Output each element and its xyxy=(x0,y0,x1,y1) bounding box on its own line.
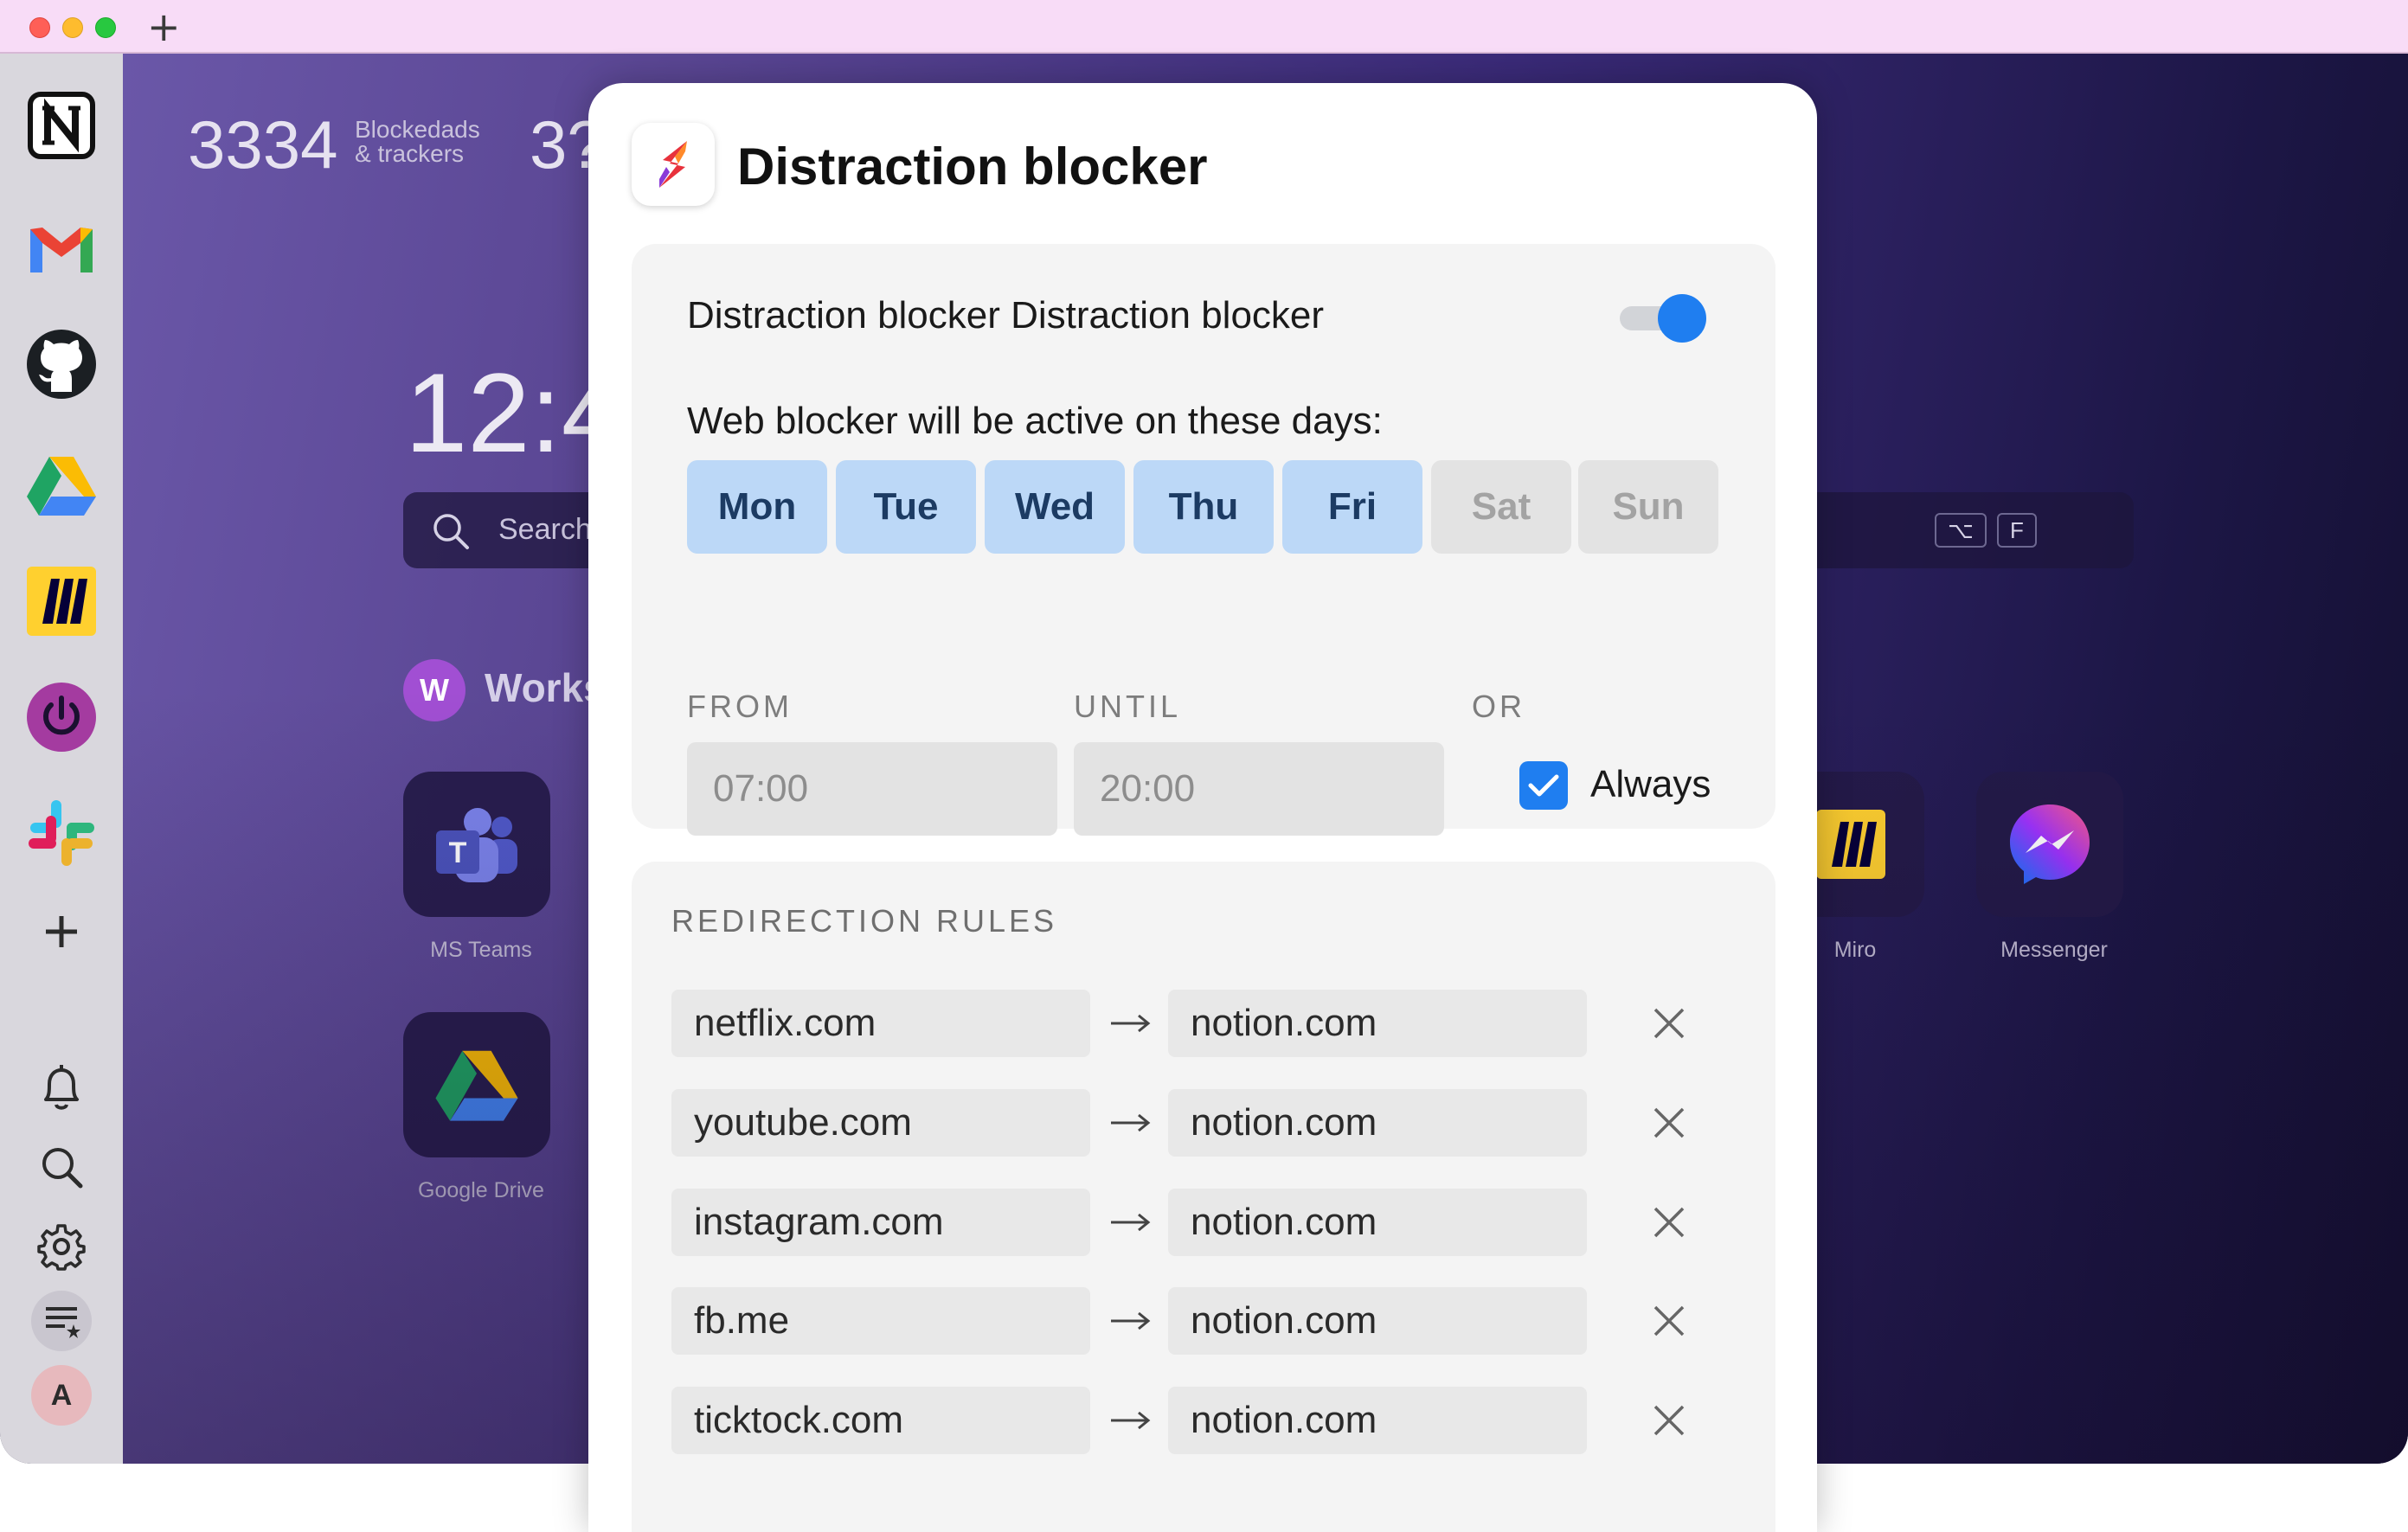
svg-text:T: T xyxy=(449,837,467,869)
arrow-right-icon xyxy=(1104,995,1156,1052)
new-tab-button[interactable]: + xyxy=(147,5,181,48)
ms-teams-tile[interactable]: T xyxy=(403,772,550,917)
messenger-tile[interactable] xyxy=(1976,772,2123,917)
blocker-toggle[interactable] xyxy=(1620,292,1710,344)
shortcut-key-option: ⌥ xyxy=(1935,513,1987,548)
schedule-card: Distraction blocker Distraction blocker … xyxy=(632,244,1775,836)
google-drive-icon[interactable] xyxy=(22,446,100,524)
arrow-right-icon xyxy=(1104,1194,1156,1251)
rule-source-input[interactable] xyxy=(671,1287,1090,1355)
day-thu[interactable]: Thu xyxy=(1133,460,1274,554)
always-checkbox[interactable] xyxy=(1519,761,1568,810)
from-label: FROM xyxy=(687,689,793,724)
power-icon[interactable] xyxy=(22,678,100,756)
miro-icon[interactable] xyxy=(22,562,100,640)
rule-source-input[interactable] xyxy=(671,1387,1090,1454)
delete-rule-icon[interactable] xyxy=(1641,1194,1698,1251)
always-label: Always xyxy=(1590,763,1711,805)
ms-teams-label: MS Teams xyxy=(430,938,532,962)
avatar[interactable]: A xyxy=(31,1365,92,1426)
arrow-right-icon xyxy=(1104,1292,1156,1349)
add-app-icon[interactable] xyxy=(22,893,100,971)
or-label: OR xyxy=(1472,689,1525,724)
list-star-icon[interactable] xyxy=(31,1291,92,1351)
blocked-label-line1: Blockedads xyxy=(355,116,480,143)
days-label: Web blocker will be active on these days… xyxy=(687,400,1383,442)
dialog-title: Distraction blocker xyxy=(737,138,1208,196)
workspace-name[interactable]: Works xyxy=(485,664,606,711)
arrow-right-icon xyxy=(1104,1392,1156,1449)
from-time-input[interactable] xyxy=(687,742,1057,836)
close-window-button[interactable] xyxy=(29,17,50,38)
ms-teams-icon: T xyxy=(436,808,517,882)
bell-icon[interactable] xyxy=(31,1057,92,1118)
miro-icon xyxy=(1816,810,1885,879)
blocked-label-line2: & trackers xyxy=(355,140,465,167)
delete-rule-icon[interactable] xyxy=(1641,1292,1698,1349)
slack-icon[interactable] xyxy=(22,794,100,872)
blocked-count: 3334 xyxy=(188,106,338,183)
minimize-window-button[interactable] xyxy=(62,17,83,38)
rule-target-input[interactable] xyxy=(1168,1189,1587,1256)
day-selector: Mon Tue Wed Thu Fri Sat Sun xyxy=(687,460,1718,554)
rules-title: REDIRECTION RULES xyxy=(671,903,1058,939)
toggle-knob xyxy=(1658,294,1706,343)
gear-icon[interactable] xyxy=(31,1216,92,1277)
redirection-rules-card: REDIRECTION RULES xyxy=(632,862,1775,1532)
delete-rule-icon[interactable] xyxy=(1641,1392,1698,1449)
until-label: UNTIL xyxy=(1074,689,1182,724)
messenger-label: Messenger xyxy=(2000,938,2108,962)
rule-row xyxy=(671,1287,1736,1355)
google-drive-icon xyxy=(435,1050,518,1121)
arrow-right-icon xyxy=(1104,1094,1156,1151)
shortcut-key-f: F xyxy=(1997,513,2037,548)
blocker-toggle-label: Distraction blocker Distraction blocker xyxy=(687,294,1325,337)
delete-rule-icon[interactable] xyxy=(1641,995,1698,1052)
title-bar: + xyxy=(0,0,2408,54)
delete-rule-icon[interactable] xyxy=(1641,1094,1698,1151)
day-wed[interactable]: Wed xyxy=(985,460,1125,554)
messenger-icon xyxy=(2010,804,2090,884)
gmail-icon[interactable] xyxy=(22,209,100,287)
rule-row xyxy=(671,1089,1736,1157)
app-logo-icon xyxy=(632,123,715,206)
maximize-window-button[interactable] xyxy=(95,17,116,38)
day-tue[interactable]: Tue xyxy=(836,460,976,554)
day-fri[interactable]: Fri xyxy=(1282,460,1422,554)
distraction-blocker-dialog: Distraction blocker Distraction blocker … xyxy=(588,83,1817,1532)
google-drive-label: Google Drive xyxy=(418,1178,544,1202)
day-sat[interactable]: Sat xyxy=(1431,460,1571,554)
day-mon[interactable]: Mon xyxy=(687,460,827,554)
search-icon xyxy=(433,514,469,549)
github-icon[interactable] xyxy=(22,325,100,403)
rule-source-input[interactable] xyxy=(671,1089,1090,1157)
rule-source-input[interactable] xyxy=(671,990,1090,1057)
notion-icon[interactable] xyxy=(22,87,100,164)
search-icon[interactable] xyxy=(31,1137,92,1197)
rule-row xyxy=(671,990,1736,1057)
until-time-input[interactable] xyxy=(1074,742,1444,836)
google-drive-tile[interactable] xyxy=(403,1012,550,1157)
rule-target-input[interactable] xyxy=(1168,1387,1587,1454)
rule-target-input[interactable] xyxy=(1168,1089,1587,1157)
rule-row xyxy=(671,1387,1736,1454)
checkmark-icon xyxy=(1528,774,1559,797)
workspace-badge[interactable]: W xyxy=(403,659,466,721)
search-placeholder: Search xyxy=(498,513,592,546)
rule-row xyxy=(671,1189,1736,1256)
rule-target-input[interactable] xyxy=(1168,1287,1587,1355)
app-dock: A xyxy=(0,54,123,1464)
rule-source-input[interactable] xyxy=(671,1189,1090,1256)
day-sun[interactable]: Sun xyxy=(1578,460,1718,554)
rule-target-input[interactable] xyxy=(1168,990,1587,1057)
